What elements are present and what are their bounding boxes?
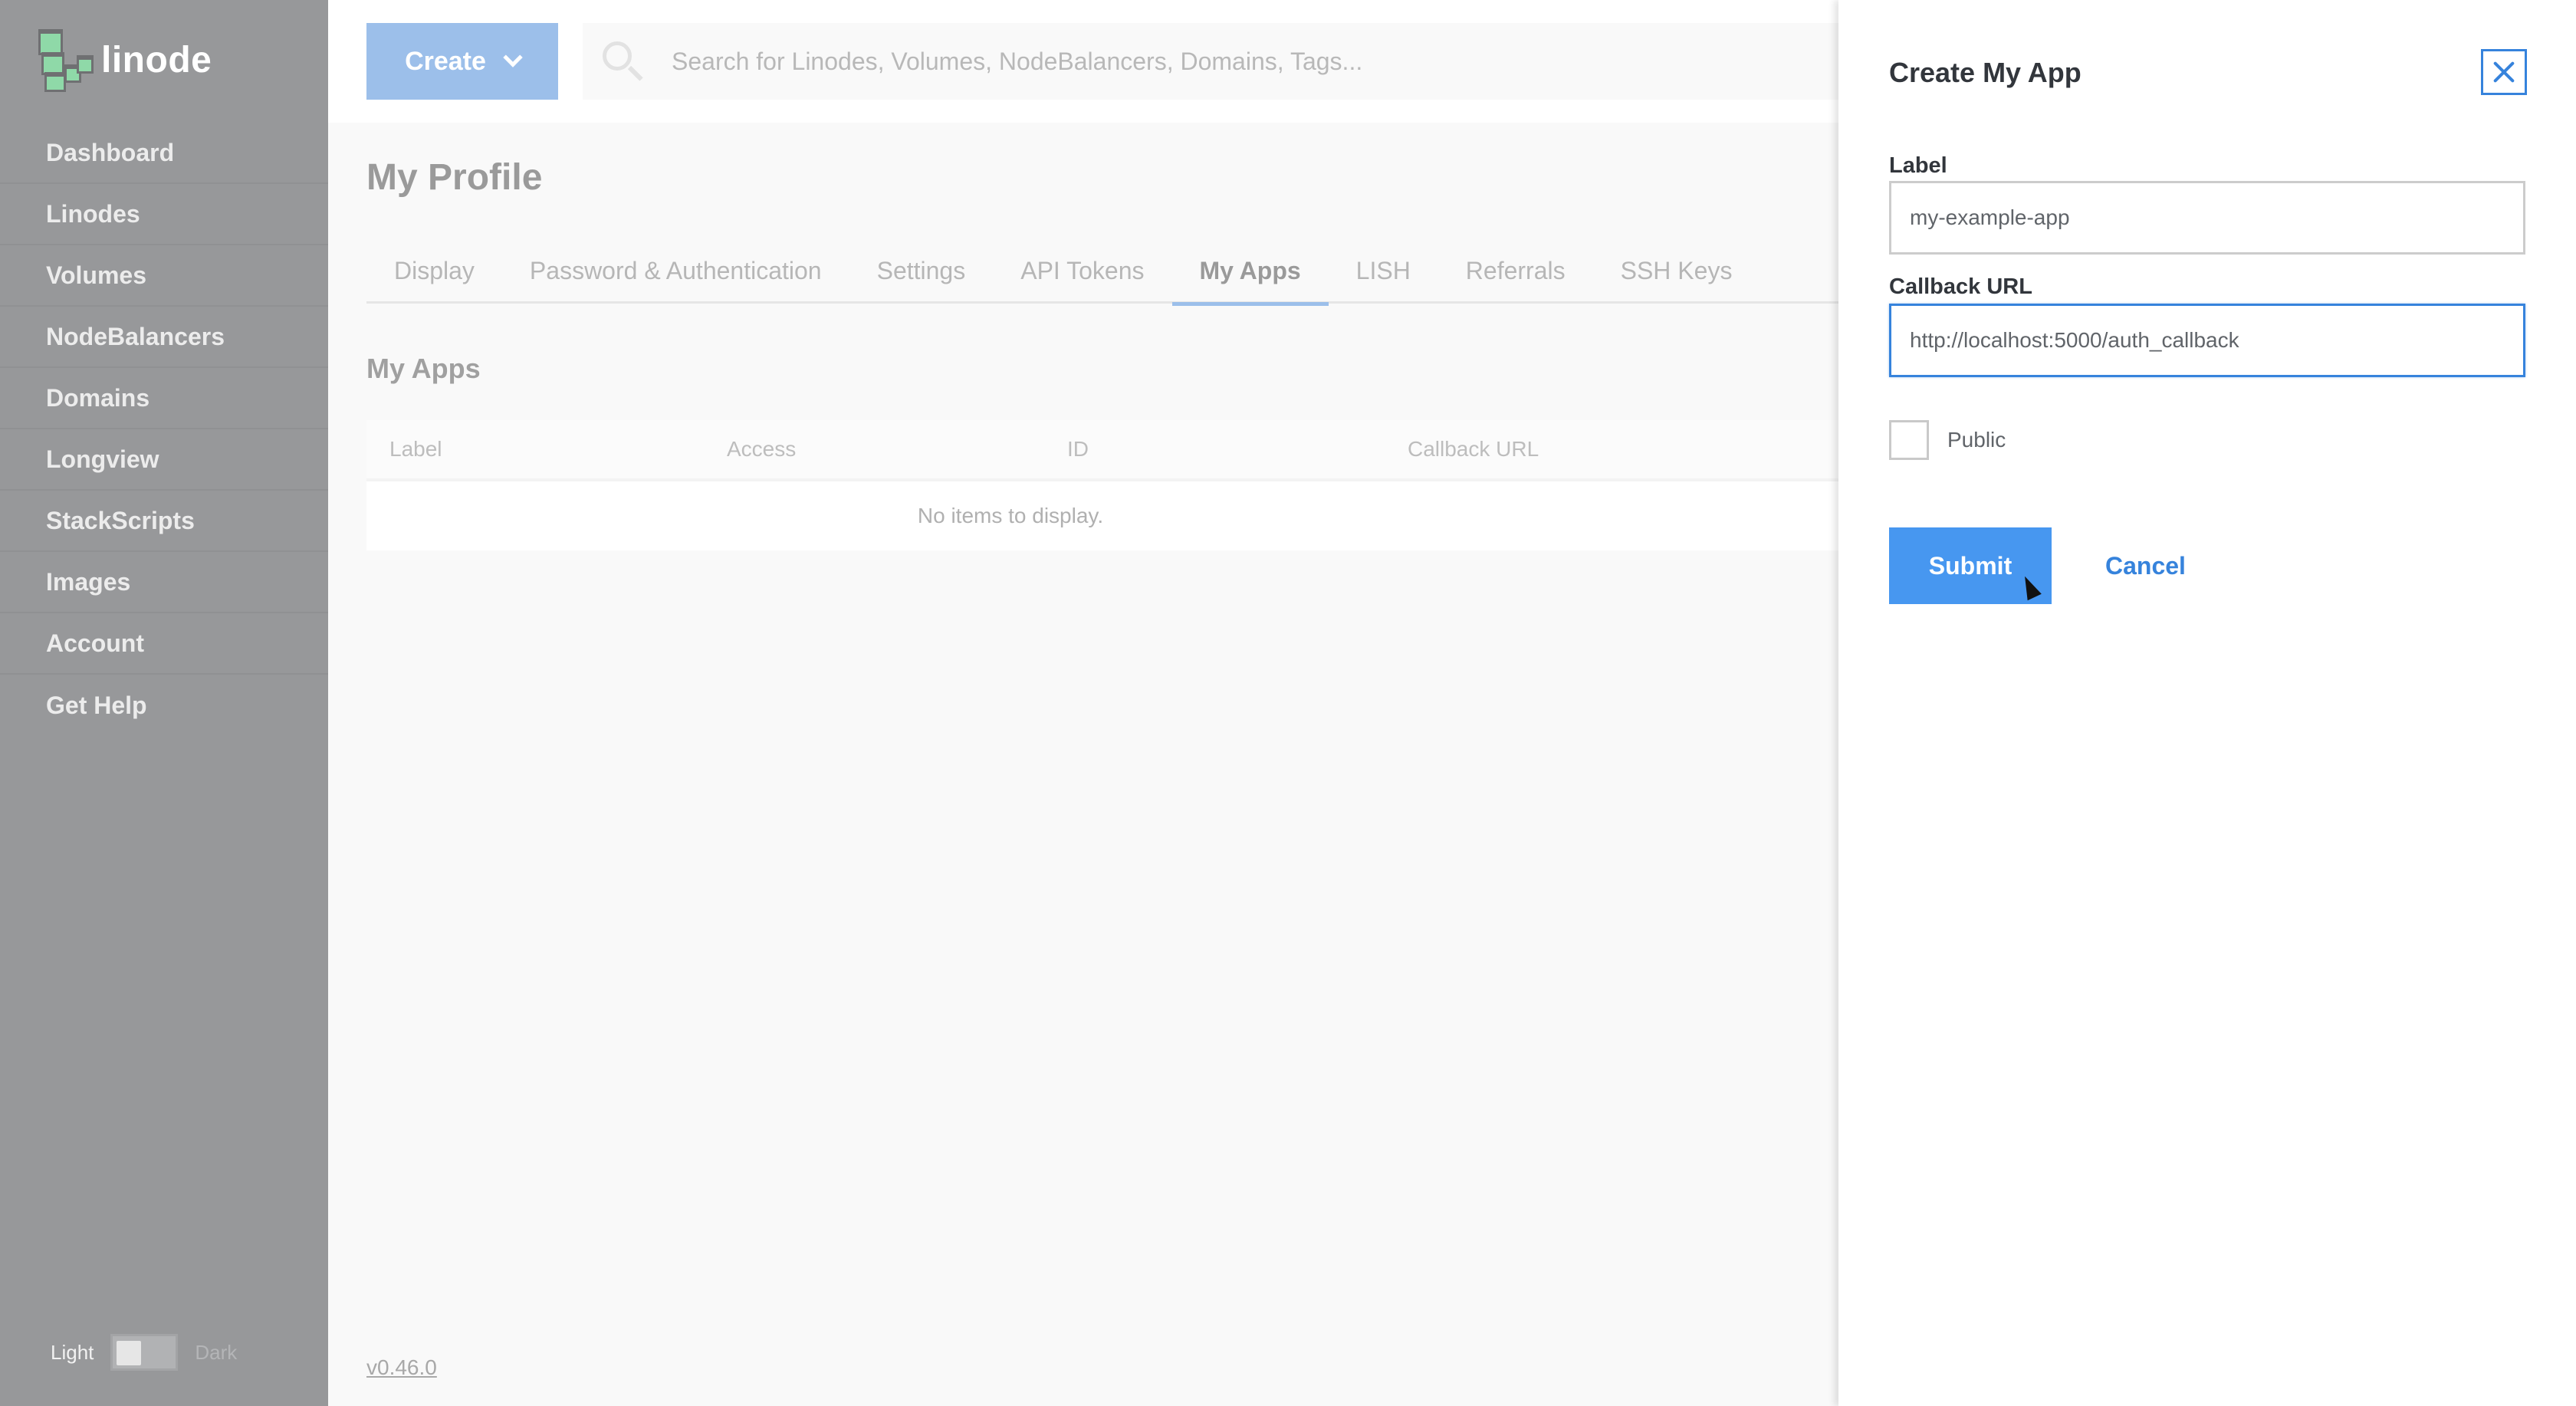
label-input[interactable] [1910, 205, 2523, 230]
tab-password-authentication[interactable]: Password & Authentication [502, 238, 849, 304]
create-button-label: Create [405, 46, 486, 76]
public-checkbox[interactable] [1889, 420, 1929, 460]
callback-url-field-label: Callback URL [1889, 274, 2032, 299]
theme-switch-knob [117, 1341, 142, 1365]
sidebar-item-linodes[interactable]: Linodes [0, 184, 328, 245]
sidebar-item-label: Get Help [46, 691, 147, 719]
theme-light-label: Light [51, 1340, 94, 1364]
theme-dark-label: Dark [195, 1340, 238, 1364]
sidebar-item-images[interactable]: Images [0, 552, 328, 613]
sidebar-item-label: Volumes [46, 261, 146, 289]
table-empty-row: No items to display. [366, 481, 1838, 550]
search-icon [600, 38, 646, 84]
callback-url-field [1889, 304, 2525, 377]
linode-cubes-icon [37, 29, 94, 92]
sidebar-item-longview[interactable]: Longview [0, 429, 328, 491]
logo[interactable]: linode [37, 29, 212, 92]
sidebar-item-domains[interactable]: Domains [0, 368, 328, 429]
create-app-drawer: Create My App Label Callback URL Public … [1838, 0, 2576, 1406]
sidebar-item-volumes[interactable]: Volumes [0, 245, 328, 307]
sidebar-nav: Dashboard Linodes Volumes NodeBalancers … [0, 123, 328, 736]
theme-toggle: Light Dark [51, 1334, 237, 1371]
public-checkbox-row: Public [1889, 420, 2006, 460]
column-header-label[interactable]: Label [389, 437, 727, 462]
sidebar-item-dashboard[interactable]: Dashboard [0, 123, 328, 184]
tab-display[interactable]: Display [366, 238, 502, 304]
sidebar-item-label: StackScripts [46, 506, 195, 534]
search-bar [583, 23, 1838, 100]
label-field-label: Label [1889, 153, 1947, 178]
tab-settings[interactable]: Settings [849, 238, 994, 304]
sidebar-item-label: Account [46, 629, 144, 657]
sidebar-item-label: Longview [46, 445, 159, 473]
column-header-id[interactable]: ID [1067, 437, 1408, 462]
column-header-callback-url[interactable]: Callback URL [1408, 437, 1539, 462]
callback-url-input[interactable] [1910, 328, 2523, 353]
sidebar-item-label: Domains [46, 383, 150, 412]
section-title: My Apps [366, 353, 481, 384]
topbar: Create [328, 0, 1838, 123]
tab-api-tokens[interactable]: API Tokens [993, 238, 1171, 304]
sidebar-item-account[interactable]: Account [0, 613, 328, 675]
page-title: My Profile [366, 157, 543, 198]
app-root: linode Dashboard Linodes Volumes NodeBal… [0, 0, 2576, 1406]
main-content: My Profile Display Password & Authentica… [328, 123, 1838, 1406]
sidebar: linode Dashboard Linodes Volumes NodeBal… [0, 0, 328, 1406]
sidebar-item-nodebalancers[interactable]: NodeBalancers [0, 307, 328, 368]
sidebar-item-label: Dashboard [46, 138, 175, 166]
create-button[interactable]: Create [366, 23, 558, 100]
empty-message: No items to display. [917, 504, 1104, 527]
sidebar-item-get-help[interactable]: Get Help [0, 675, 328, 736]
brand-name: linode [101, 39, 212, 80]
theme-switch[interactable] [110, 1334, 179, 1371]
tab-referrals[interactable]: Referrals [1438, 238, 1593, 304]
column-header-access[interactable]: Access [727, 437, 1067, 462]
drawer-title: Create My App [1889, 57, 2082, 88]
sidebar-item-stackscripts[interactable]: StackScripts [0, 491, 328, 552]
tab-my-apps[interactable]: My Apps [1171, 238, 1329, 306]
cancel-button[interactable]: Cancel [2098, 527, 2193, 604]
profile-tabs: Display Password & Authentication Settin… [366, 238, 1838, 306]
tab-ssh-keys[interactable]: SSH Keys [1593, 238, 1760, 304]
sidebar-item-label: Linodes [46, 199, 140, 228]
chevron-down-icon [503, 48, 523, 67]
apps-table: Label Access ID Callback URL No items to… [366, 420, 1838, 550]
close-button[interactable] [2481, 49, 2527, 95]
tab-lish[interactable]: LISH [1329, 238, 1438, 304]
table-header: Label Access ID Callback URL [366, 420, 1838, 481]
search-input[interactable] [672, 47, 1745, 76]
sidebar-item-label: Images [46, 567, 131, 596]
public-checkbox-label[interactable]: Public [1947, 428, 2006, 452]
label-field [1889, 181, 2525, 255]
version-link[interactable]: v0.46.0 [366, 1355, 437, 1380]
sidebar-item-label: NodeBalancers [46, 322, 225, 350]
